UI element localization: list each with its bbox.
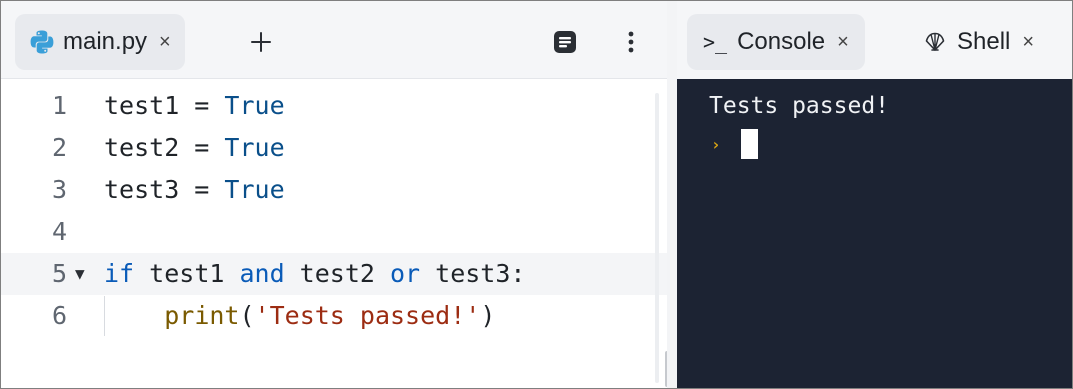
code-line[interactable]: 5 ▼ if test1 and test2 or test3: [1,253,667,295]
editor-pane: main.py × 1 test1 = True 2 test2 = True … [1,1,669,388]
tab-main-py[interactable]: main.py × [15,14,185,70]
console-output[interactable]: Tests passed! › [677,79,1072,388]
code-line[interactable]: 3 test3 = True [1,169,667,211]
code-line[interactable]: 6 print('Tests passed!') [1,295,667,337]
shell-icon [925,32,945,51]
code-token: or [389,259,421,288]
code-token: test3: [420,259,526,288]
code-text: test1 = True [104,85,285,127]
code-token: 'Tests passed!' [254,301,481,330]
code-token: test1 = [104,91,225,120]
tab-label: Console [737,28,826,55]
editor-tab-bar: main.py × [1,1,667,79]
code-token: print [164,301,240,330]
code-token: test1 [134,259,240,288]
format-icon [554,31,576,53]
python-icon [30,30,54,54]
indent-guide [104,296,105,336]
close-icon[interactable]: × [837,31,849,54]
line-number: 1 [51,91,67,120]
minimap-track [655,93,659,383]
code-line[interactable]: 2 test2 = True [1,127,667,169]
code-token: test2 [284,259,390,288]
close-icon[interactable]: × [159,31,171,54]
code-text: test2 = True [104,127,285,169]
code-token: ) [480,301,496,330]
line-number: 4 [51,217,67,246]
code-token: ( [239,301,255,330]
code-token: True [224,133,285,162]
code-line[interactable]: 4 [1,211,667,253]
fold-toggle-icon[interactable]: ▼ [75,253,85,295]
tab-shell[interactable]: Shell × [909,14,1050,70]
code-token: if [104,259,135,288]
code-text: test3 = True [104,169,285,211]
format-button[interactable] [549,26,581,58]
code-line[interactable]: 1 test1 = True [1,85,667,127]
code-editor[interactable]: 1 test1 = True 2 test2 = True 3 test3 = True 4… [1,85,667,337]
code-token: test2 = [104,133,225,162]
line-number: 5 [51,259,67,288]
code-token: and [239,259,285,288]
workspace: main.py × 1 test1 = True 2 test2 = True … [0,0,1073,389]
add-tab-button[interactable] [245,26,277,58]
code-text: print('Tests passed!') [104,295,495,337]
code-token: True [224,91,285,120]
code-token: True [224,175,285,204]
line-number: 3 [51,175,67,204]
close-icon[interactable]: × [1022,31,1034,54]
code-text: if test1 and test2 or test3: [104,253,525,295]
console-output-text: Tests passed! [709,93,890,119]
line-number: 6 [51,301,67,330]
tab-console[interactable]: >_ Console × [687,14,865,70]
plus-icon [251,32,271,52]
more-vertical-icon [628,31,634,53]
pane-divider[interactable] [667,1,677,388]
prompt-icon: › [711,135,721,154]
console-pane: >_ Console × Shell × Tests passed! › [677,1,1072,388]
code-token: test3 = [104,175,225,204]
terminal-icon: >_ [703,30,728,54]
cursor [741,129,758,159]
tab-label: main.py [63,28,148,55]
tab-label: Shell [957,28,1011,55]
more-options-button[interactable] [615,26,647,58]
console-tab-bar: >_ Console × Shell × [677,1,1072,79]
line-number: 2 [51,133,67,162]
